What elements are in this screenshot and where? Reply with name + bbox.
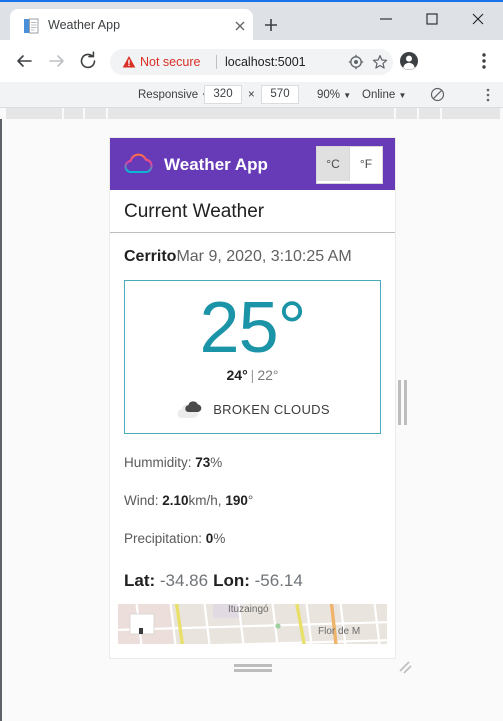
target-icon[interactable] bbox=[348, 54, 364, 70]
browser-titlebar: Weather App bbox=[0, 0, 503, 42]
longitude-label: Lon: bbox=[213, 571, 255, 590]
app-header: Weather App °C °F bbox=[110, 138, 395, 190]
zoom-select[interactable]: 90% ▼ bbox=[317, 87, 351, 104]
current-temperature: 25° bbox=[199, 288, 307, 368]
address-bar[interactable]: Not secure localhost:5001 bbox=[110, 49, 393, 75]
security-status-label: Not secure bbox=[140, 55, 201, 69]
devtools-left-gutter bbox=[0, 119, 2, 721]
window-close-button[interactable] bbox=[455, 4, 501, 34]
viewport-height-input[interactable]: 570 bbox=[261, 85, 299, 104]
no-throttling-icon[interactable] bbox=[430, 87, 445, 102]
new-tab-button[interactable] bbox=[260, 14, 282, 36]
arrow-forward-icon[interactable] bbox=[45, 49, 69, 73]
omnibox-divider bbox=[216, 55, 217, 69]
network-throttle-label: Online bbox=[362, 89, 396, 101]
wind-speed-value: 2.10 bbox=[162, 493, 189, 508]
page-viewport: Weather App °C °F Current Weather Cerrit… bbox=[110, 138, 395, 658]
browser-toolbar: Not secure localhost:5001 bbox=[0, 40, 503, 82]
device-select[interactable]: Responsive ▼ bbox=[138, 87, 209, 104]
temperature-card: 25° 24° | 22° BROKEN CLOUDS bbox=[124, 280, 381, 434]
viewport-resize-right-handle[interactable] bbox=[395, 380, 411, 425]
precipitation-line: Precipitation: 0% bbox=[110, 530, 395, 548]
latitude-value: -34.86 bbox=[159, 571, 209, 590]
unit-toggle-group: °C °F bbox=[316, 146, 383, 184]
condition-row: BROKEN CLOUDS bbox=[125, 399, 380, 421]
condition-label: BROKEN CLOUDS bbox=[213, 402, 330, 417]
broken-clouds-icon bbox=[175, 399, 205, 421]
latitude-label: Lat: bbox=[124, 571, 160, 590]
range-separator: | bbox=[250, 367, 255, 383]
account-avatar-icon[interactable] bbox=[399, 51, 419, 71]
warning-triangle-icon bbox=[122, 55, 136, 69]
viewport-resize-bottom-handle[interactable] bbox=[234, 662, 272, 674]
wind-label: Wind: bbox=[124, 493, 163, 508]
map-marker-icon bbox=[139, 628, 143, 634]
viewport-width-input[interactable]: 320 bbox=[204, 85, 242, 104]
browser-tab[interactable]: Weather App bbox=[10, 9, 253, 42]
screenshot-root: Weather App Not secure localhost:5001 Re… bbox=[0, 0, 503, 721]
network-throttle-select[interactable]: Online ▼ bbox=[362, 87, 406, 104]
wind-direction-unit: ° bbox=[247, 493, 254, 508]
page-title: Current Weather bbox=[110, 190, 395, 233]
location-line: CerritoMar 9, 2020, 3:10:25 AM bbox=[110, 233, 395, 267]
browser-menu-icon[interactable] bbox=[475, 50, 493, 72]
tab-close-icon[interactable] bbox=[232, 18, 248, 34]
cloud-outline-logo-icon bbox=[122, 150, 160, 180]
zoom-select-label: 90% bbox=[317, 89, 341, 101]
temperature-high: 24° bbox=[226, 367, 248, 383]
chevron-down-icon: ▼ bbox=[343, 91, 352, 100]
page-favicon-icon bbox=[23, 18, 39, 34]
wind-direction-value: 190 bbox=[225, 493, 248, 508]
window-minimize-button[interactable] bbox=[363, 4, 409, 34]
wind-line: Wind: 2.10km/h, 190° bbox=[110, 492, 395, 510]
app-body: Current Weather CerritoMar 9, 2020, 3:10… bbox=[110, 190, 395, 644]
humidity-unit: % bbox=[210, 455, 223, 470]
humidity-label: Hummidity: bbox=[124, 455, 196, 470]
precipitation-label: Precipitation: bbox=[124, 531, 206, 546]
map-label-ituzaingo: Ituzaingó bbox=[228, 604, 269, 615]
city-name: Cerrito bbox=[124, 248, 177, 265]
temperature-low: 22° bbox=[257, 367, 279, 383]
star-icon[interactable] bbox=[372, 54, 388, 70]
longitude-value: -56.14 bbox=[254, 571, 303, 590]
reload-icon[interactable] bbox=[76, 49, 100, 73]
humidity-value: 73 bbox=[195, 455, 211, 470]
unit-fahrenheit-button[interactable]: °F bbox=[349, 147, 382, 181]
tab-title: Weather App bbox=[48, 18, 121, 32]
map-label-flor-de-m: Flor de M bbox=[318, 626, 361, 637]
device-select-label: Responsive bbox=[138, 89, 199, 101]
coordinates-line: Lat: -34.86 Lon: -56.14 bbox=[110, 570, 395, 592]
device-toolbar-menu-icon[interactable] bbox=[481, 86, 495, 104]
precipitation-unit: % bbox=[213, 531, 226, 546]
temperature-range: 24° | 22° bbox=[125, 365, 380, 385]
dimension-separator: × bbox=[248, 89, 255, 101]
viewport-resize-corner-handle[interactable] bbox=[396, 658, 414, 676]
app-title: Weather App bbox=[164, 155, 268, 174]
observation-datetime: Mar 9, 2020, 3:10:25 AM bbox=[176, 248, 352, 265]
window-maximize-button[interactable] bbox=[409, 4, 455, 34]
device-toolbar: Responsive ▼ 320 × 570 90% ▼ Online ▼ bbox=[0, 82, 503, 108]
url-text[interactable]: localhost:5001 bbox=[225, 54, 306, 71]
humidity-line: Hummidity: 73% bbox=[110, 454, 395, 472]
viewport-ruler bbox=[0, 108, 503, 119]
chevron-down-icon: ▼ bbox=[398, 91, 407, 100]
arrow-back-icon[interactable] bbox=[12, 49, 36, 73]
location-map[interactable]: Ituzaingó Flor de M bbox=[118, 604, 387, 644]
unit-celsius-button[interactable]: °C bbox=[317, 147, 349, 181]
wind-speed-unit: km/h, bbox=[188, 493, 226, 508]
